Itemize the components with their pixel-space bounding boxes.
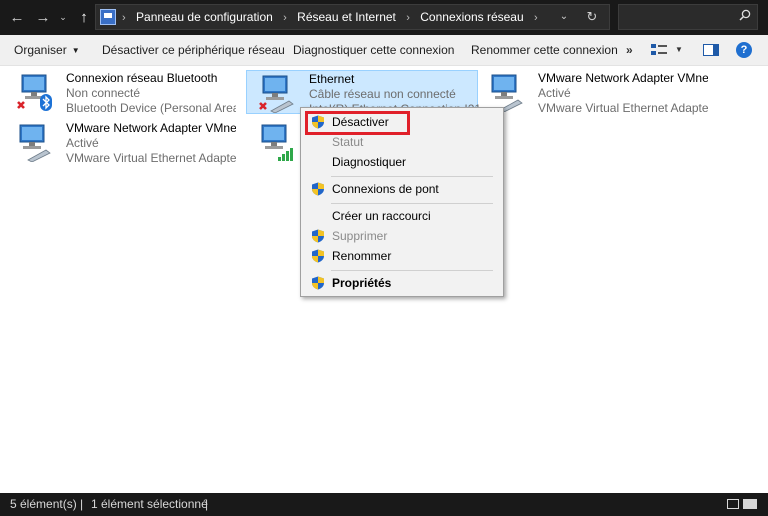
highlight-annotation xyxy=(305,111,410,135)
breadcrumb: › Panneau de configuration › Réseau et I… xyxy=(122,5,545,29)
status-bar: 5 élément(s) | 1 élément sélectionné | xyxy=(0,493,768,516)
rename-connection-button[interactable]: Renommer cette connexion xyxy=(471,35,618,65)
menu-item-diagnose[interactable]: Diagnostiquer xyxy=(301,152,503,172)
diagnose-connection-button[interactable]: Diagnostiquer cette connexion xyxy=(293,35,454,65)
vmware-network-icon xyxy=(491,74,523,112)
details-view-icon[interactable] xyxy=(727,499,739,509)
organize-label: Organiser xyxy=(14,43,67,57)
control-panel-icon xyxy=(100,9,116,25)
connection-status: Activé xyxy=(66,136,99,150)
preview-pane-icon[interactable] xyxy=(703,44,719,56)
refresh-icon[interactable]: ↻ xyxy=(580,5,604,29)
help-icon[interactable]: ? xyxy=(736,42,752,58)
change-view-icon[interactable] xyxy=(651,44,667,56)
connection-name: VMware Network Adapter VMnet8 xyxy=(66,121,236,135)
menu-separator xyxy=(331,270,493,271)
menu-item-label: Créer un raccourci xyxy=(332,209,431,223)
chevron-right-icon[interactable]: › xyxy=(122,12,126,24)
menu-item-label: Statut xyxy=(332,135,364,149)
address-field[interactable]: › Panneau de configuration › Réseau et I… xyxy=(95,4,610,30)
item-count: 5 élément(s) xyxy=(10,497,77,511)
uac-shield-icon xyxy=(312,276,324,290)
caret-down-icon: ▼ xyxy=(71,46,80,55)
connection-status: Non connecté xyxy=(66,86,141,100)
command-bar: Organiser ▼ Désactiver ce périphérique ré… xyxy=(0,35,768,66)
menu-separator xyxy=(331,203,493,204)
uac-shield-icon xyxy=(312,249,324,263)
address-row: ← → ⌄ ↑ › Panneau de configuration › Rés… xyxy=(0,0,768,35)
menu-item-label: Renommer xyxy=(332,249,392,263)
menu-item-properties[interactable]: Propriétés xyxy=(301,273,503,293)
wifi-network-icon xyxy=(261,124,293,161)
connection-status: Activé xyxy=(538,86,571,100)
organize-menu-button[interactable]: Organiser ▼ xyxy=(14,35,80,65)
menu-item-create-shortcut[interactable]: Créer un raccourci xyxy=(301,206,503,226)
bluetooth-network-icon xyxy=(17,74,52,111)
connection-device: VMware Virtual Ethernet Adapter ... xyxy=(538,101,708,115)
chevron-right-icon[interactable]: › xyxy=(283,12,287,24)
connection-name: Ethernet xyxy=(309,72,355,86)
up-arrow-icon[interactable]: ↑ xyxy=(74,0,94,35)
view-options-caret-icon[interactable]: ▼ xyxy=(675,35,683,65)
recent-locations-icon[interactable]: ⌄ xyxy=(56,0,70,35)
breadcrumb-network-internet[interactable]: Réseau et Internet xyxy=(297,10,396,24)
menu-item-label: Connexions de pont xyxy=(332,182,439,196)
connection-name: VMware Network Adapter VMnet1 xyxy=(538,71,708,85)
status-separator: | xyxy=(205,497,209,511)
connection-text: VMware Network Adapter VMnet8 Activé VMw… xyxy=(66,121,236,166)
more-commands-button[interactable]: » xyxy=(626,35,633,65)
connection-device: Bluetooth Device (Personal Area ... xyxy=(66,101,236,115)
search-input[interactable] xyxy=(618,4,758,30)
menu-item-status[interactable]: Statut xyxy=(301,132,503,152)
connection-device: VMware Virtual Ethernet Adapter ... xyxy=(66,151,236,165)
chevron-right-icon[interactable]: › xyxy=(406,12,410,24)
connection-status: Câble réseau non connecté xyxy=(309,87,456,101)
menu-item-label: Propriétés xyxy=(332,276,392,290)
menu-item-label: Diagnostiquer xyxy=(332,155,407,169)
menu-item-label: Supprimer xyxy=(332,229,388,243)
context-menu: Désactiver Statut Diagnostiquer Connexio… xyxy=(300,107,504,297)
breadcrumb-network-connections[interactable]: Connexions réseau xyxy=(420,10,523,24)
connection-item-vmnet1[interactable]: VMware Network Adapter VMnet1 Activé VMw… xyxy=(476,70,708,116)
status-separator: | xyxy=(80,497,84,511)
breadcrumb-control-panel[interactable]: Panneau de configuration xyxy=(136,10,273,24)
menu-item-delete[interactable]: Supprimer xyxy=(301,226,503,246)
large-icons-view-icon[interactable] xyxy=(743,499,757,509)
menu-item-rename[interactable]: Renommer xyxy=(301,246,503,266)
menu-item-bridge-connections[interactable]: Connexions de pont xyxy=(301,179,503,199)
vmware-network-icon xyxy=(19,124,51,162)
disable-device-button[interactable]: Désactiver ce périphérique réseau xyxy=(102,35,285,65)
connection-item-bluetooth[interactable]: Connexion réseau Bluetooth Non connecté … xyxy=(4,70,236,116)
ethernet-network-icon xyxy=(259,75,294,113)
search-icon[interactable] xyxy=(739,9,751,21)
uac-shield-icon xyxy=(312,229,324,243)
connection-text: Connexion réseau Bluetooth Non connecté … xyxy=(66,71,236,116)
connection-item-vmnet8[interactable]: VMware Network Adapter VMnet8 Activé VMw… xyxy=(4,120,236,166)
back-arrow-icon[interactable]: ← xyxy=(6,0,28,35)
chevron-right-icon[interactable]: › xyxy=(534,12,538,24)
uac-shield-icon xyxy=(312,182,324,196)
forward-arrow-icon[interactable]: → xyxy=(32,0,54,35)
selection-count: 1 élément sélectionné xyxy=(91,497,208,511)
address-history-dropdown-icon[interactable]: ⌄ xyxy=(554,5,574,29)
connection-text: VMware Network Adapter VMnet1 Activé VMw… xyxy=(538,71,708,116)
connection-name: Connexion réseau Bluetooth xyxy=(66,71,218,85)
menu-separator xyxy=(331,176,493,177)
